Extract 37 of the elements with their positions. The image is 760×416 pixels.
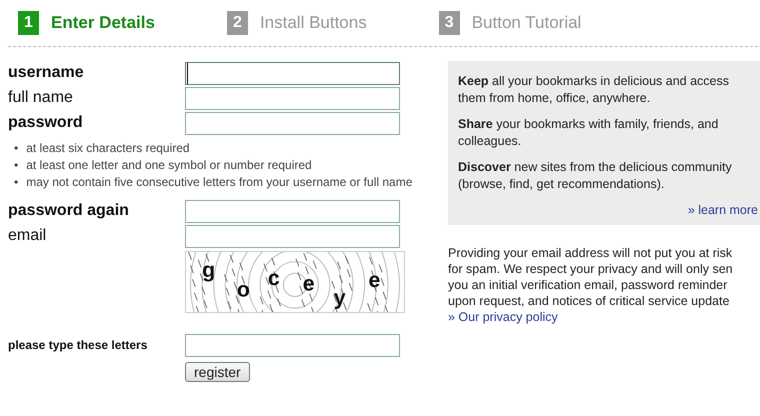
step-number: 1 bbox=[18, 10, 39, 35]
input-field[interactable] bbox=[185, 86, 400, 110]
bullet-mark: • bbox=[14, 174, 18, 190]
field-label: password again bbox=[8, 201, 130, 221]
input-field[interactable] bbox=[185, 112, 400, 134]
captcha-letter: g bbox=[202, 258, 216, 282]
step-number: 2 bbox=[226, 10, 248, 35]
input-field[interactable] bbox=[185, 334, 400, 356]
register-button[interactable]: register bbox=[185, 362, 250, 382]
field-label: email bbox=[8, 226, 48, 246]
requirement-text: at least six characters required bbox=[26, 140, 190, 156]
captcha-letter: o bbox=[236, 277, 250, 302]
info-text: Share your bookmarks with family, friends, and colleagues. bbox=[458, 116, 720, 150]
privacy-text: you an initial verification email, password reminder bbox=[448, 276, 728, 292]
input-field[interactable] bbox=[185, 224, 400, 248]
privacy-text: upon request, and notices of critical service update bbox=[448, 292, 730, 308]
captcha-letter: e bbox=[368, 267, 380, 292]
privacy-text: Providing your email address will not put you at risk bbox=[448, 244, 734, 260]
bullet-mark: • bbox=[14, 156, 18, 174]
privacy-text: for spam. We respect your privacy and will only sen bbox=[448, 260, 734, 276]
info-text: Keep all your bookmarks in delicious and access them from home, office, anywhere. bbox=[458, 72, 730, 106]
input-field[interactable] bbox=[185, 200, 400, 222]
requirement-text: at least one letter and one symbol or number required bbox=[26, 156, 312, 174]
field-label: full name bbox=[8, 88, 74, 108]
bullet-mark: • bbox=[14, 140, 18, 156]
captcha-letter: c bbox=[268, 265, 280, 290]
field-label: password bbox=[8, 113, 84, 133]
field-label: please type these letters bbox=[8, 337, 148, 354]
field-label: username bbox=[8, 63, 85, 83]
captcha-letter: e bbox=[302, 271, 315, 296]
learn-more-link[interactable]: » learn more bbox=[688, 202, 758, 216]
requirement-text: may not contain five consecutive letters from your username or full name bbox=[26, 174, 412, 190]
input-field[interactable] bbox=[185, 62, 400, 84]
wizard-step[interactable]: 1 Enter Details bbox=[18, 10, 155, 36]
info-text: Discover new sites from the delicious community (browse, find, get recommendations). bbox=[458, 158, 733, 192]
step-number: 3 bbox=[438, 10, 460, 35]
privacy-policy-link[interactable]: » Our privacy policy bbox=[448, 310, 558, 324]
